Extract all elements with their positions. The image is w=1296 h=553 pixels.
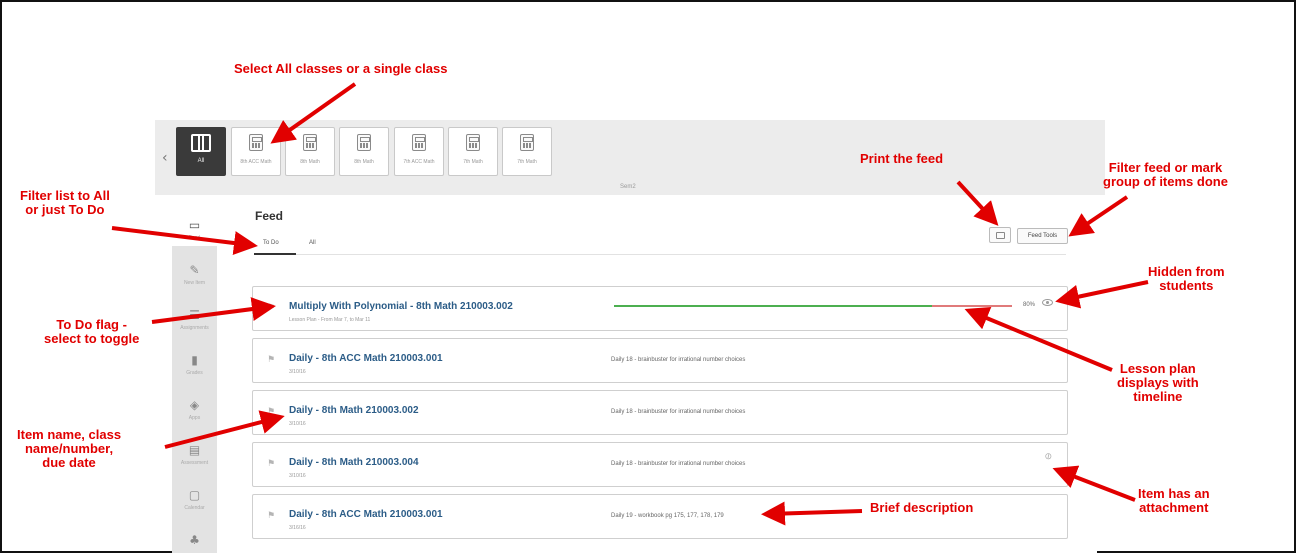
calculator-icon [303,134,317,151]
lesson-timeline [614,305,1012,307]
todo-flag-icon[interactable]: ⚑ [267,303,275,313]
annotation-filter-feed: Filter feed or mark group of items done [1103,160,1228,189]
sidebar-item[interactable]: ◈ Apps [172,378,217,426]
cube-icon: ◈ [189,398,200,412]
item-subtitle: 3/10/16 [289,421,306,427]
item-description: Daily 19 - workbook pg 175, 177, 178, 17… [611,513,724,519]
annotation-filter-list: Filter list to All or just To Do [20,188,110,217]
item-name[interactable]: Daily - 8th ACC Math 210003.001 [289,353,443,364]
sitemap-icon: ♣ [189,533,200,547]
class-tile[interactable]: 7th Math [502,127,552,176]
item-subtitle: 3/10/16 [289,369,306,375]
calculator-icon [466,134,480,151]
item-subtitle: 3/16/16 [289,525,306,531]
item-description: Daily 18 - brainbuster for irrational nu… [611,357,746,363]
annotation-select-classes: Select All classes or a single class [234,61,448,76]
inbox-icon: ▭ [188,218,201,232]
item-subtitle: Lesson Plan - From Mar 7, to Mar 11 [289,317,371,323]
sidebar-item[interactable]: ▢ Calendar [172,468,217,516]
print-icon [996,232,1005,239]
feed-item[interactable]: ⚑ Daily - 8th ACC Math 210003.001 3/10/16 D… [252,338,1068,383]
tab-divider [254,254,1066,255]
class-tile-label: 7th ACC Math [403,159,435,165]
class-tile[interactable]: 8th Math [339,127,389,176]
chevron-left-icon[interactable]: ‹ [162,150,168,166]
feed-item[interactable]: ⚑ Multiply With Polynomial - 8th Math 210… [252,286,1068,331]
annotation-todo-flag: To Do flag - select to toggle [44,317,140,346]
class-tile[interactable]: 7th ACC Math [394,127,444,176]
class-tile-all[interactable]: All [176,127,226,176]
calculator-icon [412,134,426,151]
item-name[interactable]: Daily - 8th Math 210003.004 [289,457,419,468]
item-description: Daily 18 - brainbuster for irrational nu… [611,409,746,415]
sidebar-item-label: Assessment [180,460,209,466]
attachment-icon[interactable]: ⊘ [1043,451,1055,464]
sidebar-item-label: Assignments [180,325,209,331]
item-name[interactable]: Daily - 8th ACC Math 210003.001 [289,509,443,520]
class-tile-label: 8th Math [354,159,374,165]
calculator-icon [249,134,263,151]
edit-icon: ✎ [189,263,200,277]
sidebar-item[interactable]: ▭ Feed [172,198,217,246]
todo-flag-icon[interactable]: ⚑ [267,355,275,365]
sidebar-item-label: Calendar [184,505,205,511]
annotation-attachment: Item has an attachment [1138,486,1210,515]
annotation-hidden: Hidden from students [1148,264,1225,293]
todo-flag-icon[interactable]: ⚑ [267,511,275,521]
class-tile[interactable]: 7th Math [448,127,498,176]
class-tile-label: 7th Math [463,159,483,165]
todo-flag-icon[interactable]: ⚑ [267,407,275,417]
bar-chart-icon: ▮ [191,353,198,367]
calculator-icon [357,134,371,151]
sidebar-item[interactable]: ▮ Grades [172,333,217,381]
item-name[interactable]: Daily - 8th Math 210003.002 [289,405,419,416]
todo-flag-icon[interactable]: ⚑ [267,459,275,469]
book-icon [191,134,211,152]
timeline-progress [614,305,933,307]
tab-all[interactable]: All [309,240,316,246]
item-description: Daily 18 - brainbuster for irrational nu… [611,461,746,467]
sidebar-item-label: New Item [183,280,206,286]
feed-item[interactable]: ⚑ Daily - 8th Math 210003.004 3/10/16 Daily… [252,442,1068,487]
annotation-print-feed: Print the feed [860,151,944,166]
class-tile[interactable]: 8th Math [285,127,335,176]
calculator-icon [520,134,534,151]
annotation-brief-description: Brief description [870,500,974,515]
active-tab-indicator [254,253,296,255]
class-tile-label: All [197,158,205,164]
hidden-eye-icon[interactable] [1042,299,1053,306]
class-tile[interactable]: 8th ACC Math [231,127,281,176]
print-button[interactable] [989,227,1011,243]
class-tile-label: 7th Math [517,159,537,165]
list-icon: ☰ [189,308,200,322]
sidebar-item-label: Grades [186,370,203,376]
class-tile-label: 8th Math [300,159,320,165]
sidebar-item-label: Apps [188,415,201,421]
class-tile-label: 8th ACC Math [240,159,272,165]
calendar-icon: ▢ [188,488,201,502]
item-subtitle: 3/10/16 [289,473,306,479]
sidebar-item[interactable]: ☰ Assignments [172,288,217,336]
page-title: Feed [255,209,284,223]
feed-item[interactable]: ⚑ Daily - 8th Math 210003.002 3/10/16 Daily… [252,390,1068,435]
annotation-item-name: Item name, class name/number, due date [17,427,122,470]
sidebar-item-label: Feed [188,235,201,241]
annotation-lesson-plan: Lesson plan displays with timeline [1117,361,1199,404]
sidebar-item[interactable]: ✎ New Item [172,243,217,291]
progress-label: 80% [1023,302,1036,308]
sidebar-item[interactable]: ♣ [172,513,217,553]
feed-tools-button[interactable]: Feed Tools [1017,228,1068,244]
assessment-icon: ▤ [188,443,201,457]
term-label: Sem2 [620,184,636,190]
item-name[interactable]: Multiply With Polynomial - 8th Math 2100… [289,301,513,312]
timeline-remaining [932,305,1012,307]
tab-todo[interactable]: To Do [263,240,279,246]
sidebar-item[interactable]: ▤ Assessment [172,423,217,471]
